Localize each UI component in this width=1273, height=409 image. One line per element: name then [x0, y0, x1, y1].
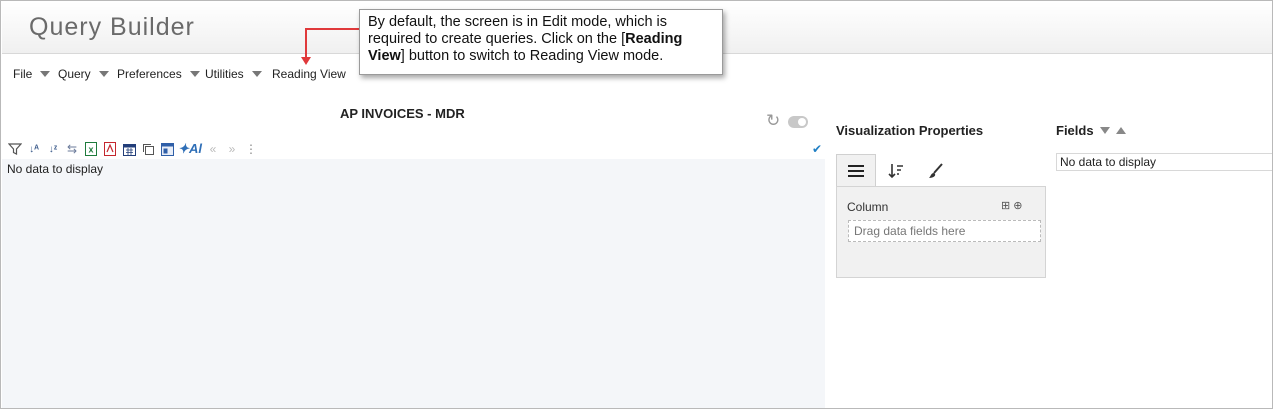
chevron-down-icon: [40, 71, 51, 77]
add-field-icon[interactable]: ⊞: [1001, 200, 1010, 212]
calendar-icon[interactable]: [121, 141, 137, 157]
fields-list: No data to display: [1056, 153, 1272, 171]
callout-note: By default, the screen is in Edit mode, …: [359, 9, 723, 75]
fields-header: Fields: [1056, 123, 1126, 138]
grid-title: AP INVOICES - MDR: [340, 106, 465, 121]
menu-utilities[interactable]: Utilities: [205, 67, 262, 81]
reading-view-label: Reading View: [272, 67, 346, 81]
fields-title: Fields: [1056, 123, 1094, 138]
ai-icon[interactable]: ✦Al: [178, 141, 202, 157]
sort-desc-icon[interactable]: ↓ᶻ: [45, 141, 61, 157]
grid-empty-text: No data to display: [7, 162, 104, 176]
callout-arrow: [306, 28, 360, 30]
hierarchy-icon[interactable]: ⊕: [1013, 200, 1022, 212]
callout-arrow-stem: [305, 28, 307, 59]
menu-query[interactable]: Query: [58, 67, 109, 81]
prev-icon[interactable]: «: [205, 141, 221, 157]
menu-utilities-label: Utilities: [205, 67, 244, 81]
callout-text-1: By default, the screen is in Edit mode, …: [368, 14, 668, 47]
menu-preferences[interactable]: Preferences: [117, 67, 200, 81]
swap-icon[interactable]: ⇆: [64, 141, 80, 157]
arrow-down-icon: [301, 57, 311, 65]
tab-list[interactable]: [836, 154, 876, 187]
sort-down-icon[interactable]: [1099, 127, 1110, 134]
list-icon: [848, 165, 864, 177]
fields-empty-text: No data to display: [1060, 155, 1157, 169]
visualization-panel: Column ⊞ ⊕ Drag data fields here: [836, 186, 1046, 278]
column-label: Column: [847, 200, 889, 214]
next-icon[interactable]: »: [224, 141, 240, 157]
check-icon: ✔: [812, 142, 823, 156]
grid-area: No data to display: [2, 159, 825, 408]
toggle-icon[interactable]: [788, 116, 808, 128]
menu-file-label: File: [13, 67, 33, 81]
visualization-tabs: [836, 154, 956, 187]
pdf-icon[interactable]: [102, 141, 118, 157]
grid-toolbar: ↓ᴬ ↓ᶻ ⇆ x ✦Al « » ⋮: [7, 141, 262, 157]
filter-icon[interactable]: [7, 141, 23, 157]
sort-up-icon[interactable]: [1115, 127, 1126, 134]
copy-icon[interactable]: [140, 141, 156, 157]
menu-file[interactable]: File: [13, 67, 51, 81]
window-icon[interactable]: [159, 141, 175, 157]
window: Query Builder File Query Preferences Uti…: [0, 0, 1273, 409]
tab-sort[interactable]: [876, 154, 916, 187]
reading-view-button[interactable]: Reading View: [272, 67, 346, 81]
refresh-icon[interactable]: ↻: [766, 112, 780, 129]
callout-text-2: ] button to switch to Reading View mode.: [400, 48, 664, 64]
brush-icon: [929, 162, 943, 178]
chevron-down-icon: [251, 71, 262, 77]
more-icon[interactable]: ⋮: [243, 141, 259, 157]
column-actions: ⊞ ⊕: [1001, 199, 1023, 212]
chevron-down-icon: [98, 71, 109, 77]
column-drop-zone[interactable]: Drag data fields here: [848, 220, 1041, 242]
chevron-down-icon: [189, 71, 200, 77]
tab-style[interactable]: [916, 154, 956, 187]
app-title: Query Builder: [29, 13, 195, 41]
sort-icon: [888, 163, 903, 178]
visualization-title: Visualization Properties: [836, 123, 984, 138]
menu-query-label: Query: [58, 67, 91, 81]
svg-text:x: x: [88, 145, 93, 155]
menu-preferences-label: Preferences: [117, 67, 182, 81]
excel-icon[interactable]: x: [83, 141, 99, 157]
sort-asc-icon[interactable]: ↓ᴬ: [26, 141, 42, 157]
